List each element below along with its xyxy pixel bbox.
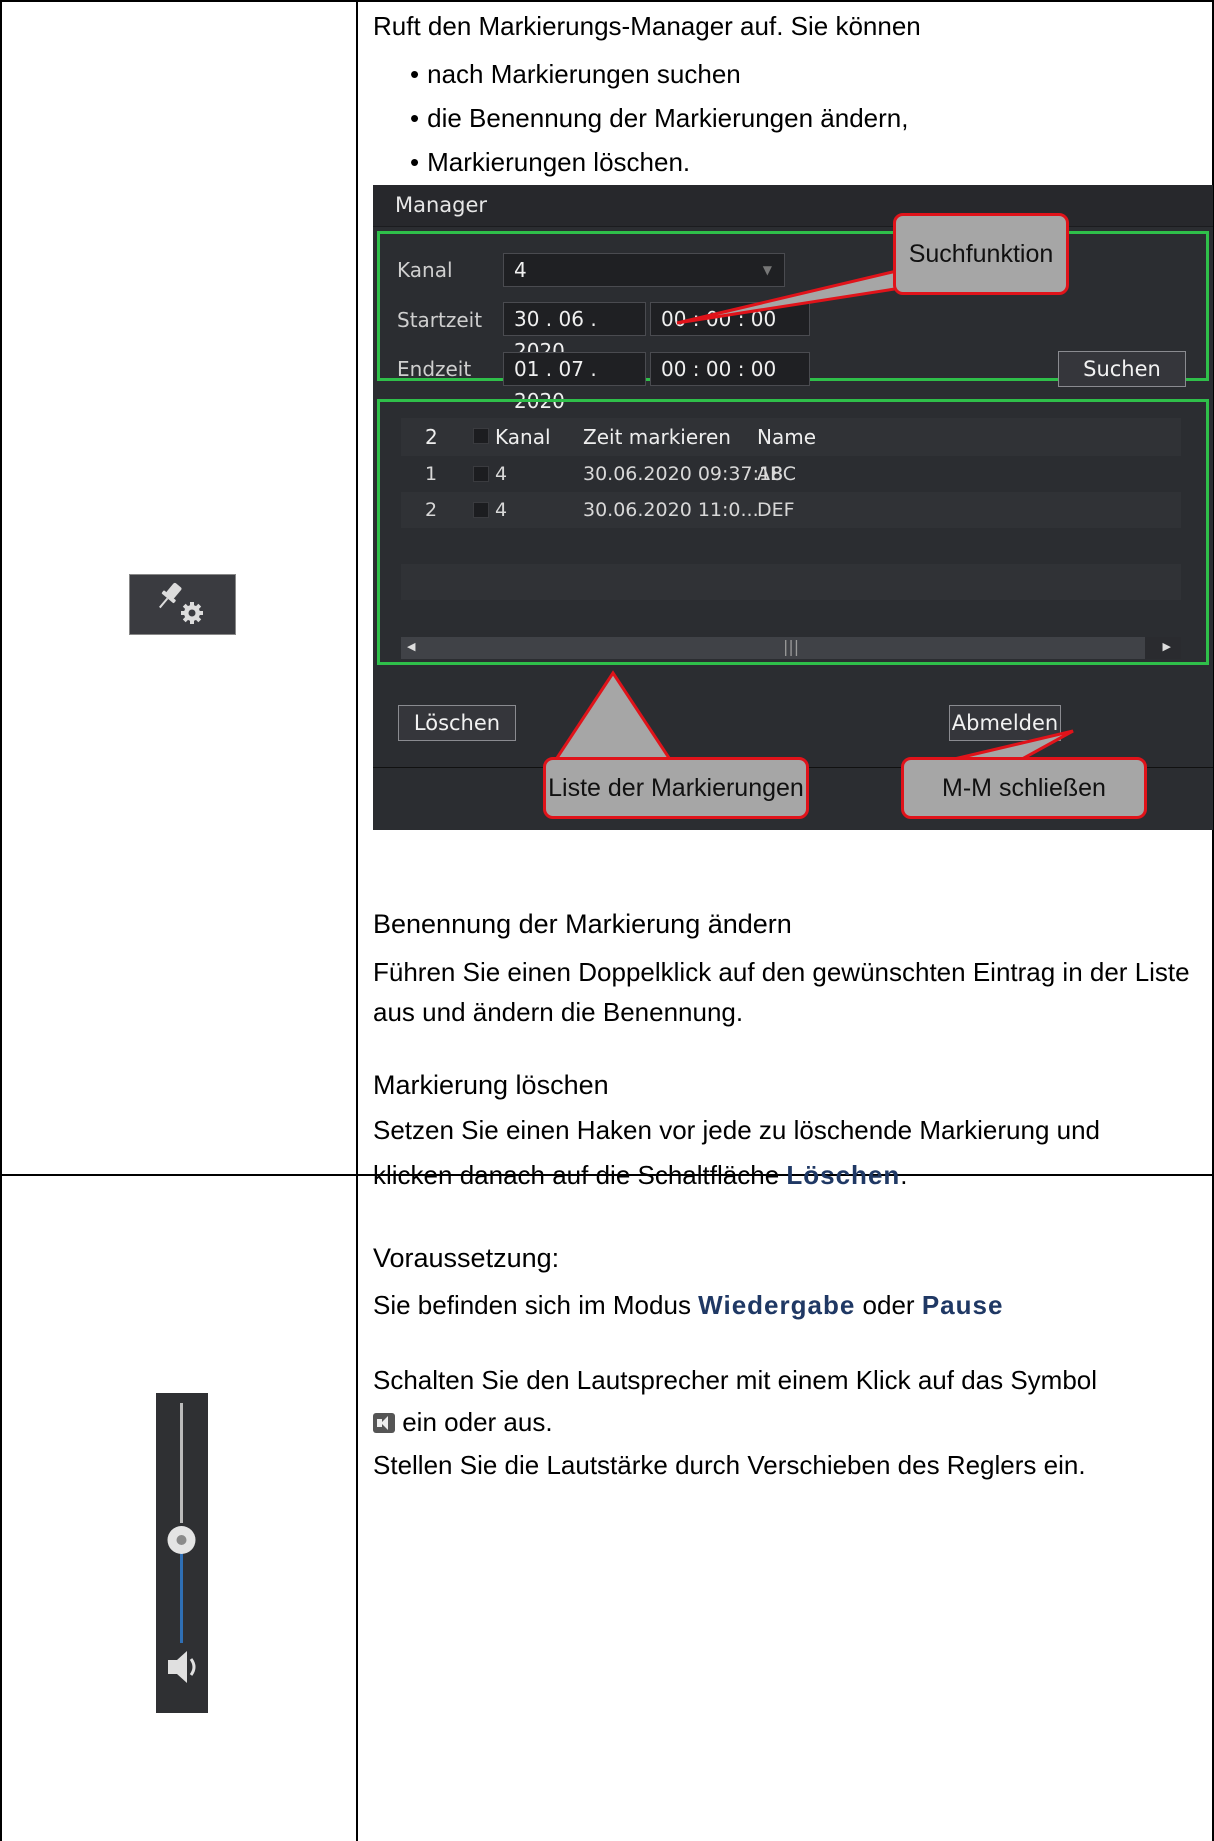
delete-text-line1: Setzen Sie einen Haken vor jede zu lösch… [373, 1115, 1101, 1145]
column-divider [356, 0, 358, 1841]
delete-keyword: Löschen [786, 1160, 901, 1190]
speaker-icon [373, 1413, 395, 1433]
callout-list: Liste der Markierungen [543, 757, 809, 819]
volume-slider[interactable] [156, 1393, 208, 1713]
list-item: die Benennung der Markierungen ändern, [410, 96, 908, 140]
callout-search: Suchfunktion [893, 213, 1069, 295]
list-item: nach Markierungen suchen [410, 52, 908, 96]
speaker-text-line1: Schalten Sie den Lautsprecher mit einem … [373, 1365, 1098, 1395]
callout-close: M-M schließen [901, 757, 1147, 819]
feature-bullet-list: nach Markierungen suchen die Benennung d… [410, 52, 908, 184]
mode-pause-keyword: Pause [921, 1290, 1004, 1320]
prerequisite-text-part: oder [855, 1290, 922, 1320]
delete-text-period: . [900, 1160, 908, 1190]
manager-screenshot: Manager Kanal 4 ▼ Startzeit 30 . 06 . 20… [373, 185, 1213, 830]
delete-heading: Markierung löschen [373, 1070, 609, 1100]
prerequisite-text: Sie befinden sich im Modus Wiedergabe od… [373, 1285, 1003, 1325]
mode-playback-keyword: Wiedergabe [698, 1290, 856, 1320]
callout-pointers [550, 268, 1074, 766]
delete-text-part: klicken danach auf die Schaltfläche [373, 1160, 787, 1190]
speaker-text-part: ein oder aus. [395, 1407, 553, 1437]
delete-text-line2: klicken danach auf die Schaltfläche Lösc… [373, 1155, 908, 1195]
speaker-text-line2: ein oder aus. [373, 1402, 553, 1442]
rename-heading: Benennung der Markierung ändern [373, 909, 792, 939]
prerequisite-heading: Voraussetzung: [373, 1243, 560, 1273]
manager-intro-text: Ruft den Markierungs-Manager auf. Sie kö… [373, 11, 921, 41]
rename-text: Führen Sie einen Doppelklick auf den gew… [373, 957, 1190, 1027]
prerequisite-text-part: Sie befinden sich im Modus [373, 1290, 699, 1320]
bookmark-manager-icon [129, 574, 236, 635]
list-item: Markierungen löschen. [410, 140, 908, 184]
volume-text: Stellen Sie die Lautstärke durch Verschi… [373, 1450, 1086, 1480]
